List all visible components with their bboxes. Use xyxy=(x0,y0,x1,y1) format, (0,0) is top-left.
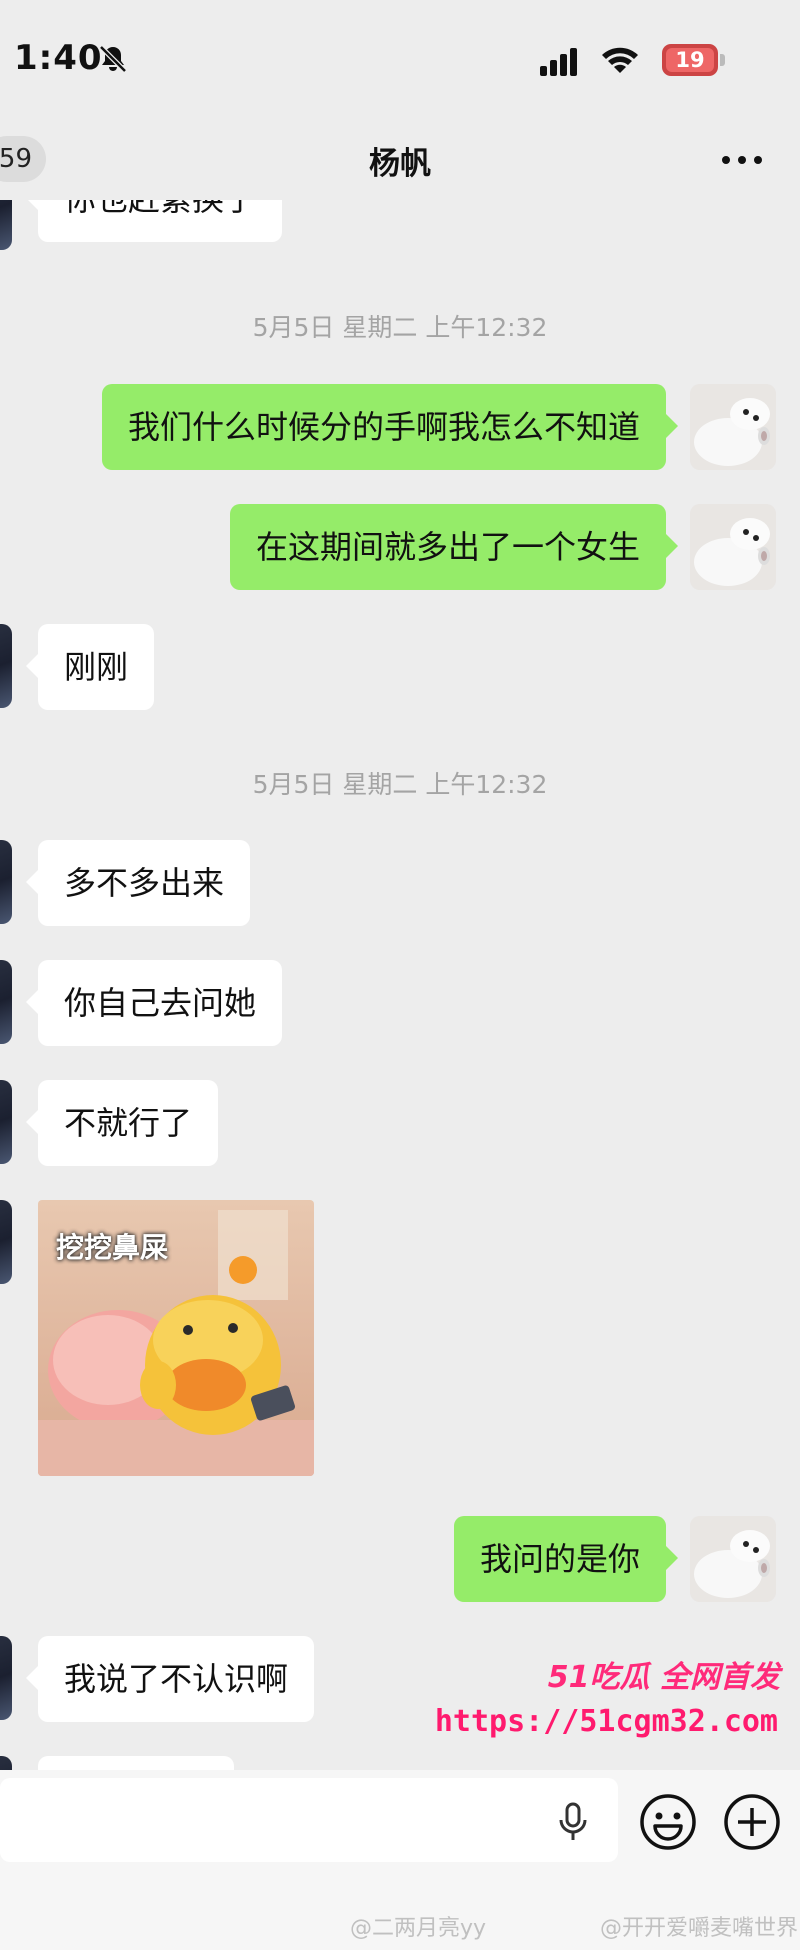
contact-avatar[interactable] xyxy=(0,200,12,250)
dog-avatar-icon xyxy=(690,384,776,470)
more-icon[interactable] xyxy=(712,142,772,178)
my-avatar[interactable] xyxy=(690,384,776,470)
received-message[interactable]: 你也赶紧换了 xyxy=(25,200,283,242)
sticker-message[interactable]: 挖挖鼻屎 xyxy=(38,1200,314,1476)
sent-message[interactable]: 我问的是你 xyxy=(453,1516,679,1602)
received-message-partial[interactable] xyxy=(38,1756,234,1770)
sent-message[interactable]: 我们什么时候分的手啊我怎么不知道 xyxy=(101,384,679,470)
contact-avatar[interactable] xyxy=(0,1080,12,1164)
received-message[interactable]: 刚刚 xyxy=(25,624,155,710)
watermark-url: https://51cgm32.com xyxy=(434,1704,778,1739)
contact-avatar[interactable] xyxy=(0,624,12,708)
watermark-brand: 51吃瓜 全网首发 xyxy=(547,1660,780,1695)
battery-icon: 19 xyxy=(662,44,726,76)
bell-muted-icon xyxy=(99,45,127,73)
microphone-icon[interactable] xyxy=(556,1802,590,1842)
wifi-icon xyxy=(602,47,638,73)
sticker-caption: 挖挖鼻屎 xyxy=(56,1231,169,1264)
weibo-credit: @二两月亮yy xyxy=(350,1916,487,1941)
message-input[interactable] xyxy=(0,1778,618,1862)
site-watermark: 51吃瓜 全网首发 https://51cgm32.com xyxy=(435,1652,780,1756)
chat-header: 59 杨帆 xyxy=(0,120,800,200)
plus-icon[interactable] xyxy=(722,1792,782,1852)
weibo-credit: @开开爱嚼麦嘴世界 xyxy=(600,1916,799,1941)
contact-avatar[interactable] xyxy=(0,840,12,924)
battery-level: 19 xyxy=(675,48,705,72)
my-avatar[interactable] xyxy=(690,504,776,590)
input-bar: @二两月亮yy @开开爱嚼麦嘴世界 xyxy=(0,1770,800,1950)
chat-title: 杨帆 xyxy=(369,146,431,182)
timestamp: 5月5日 星期二 上午12:32 xyxy=(252,313,548,342)
contact-avatar[interactable] xyxy=(0,1636,12,1720)
received-message[interactable]: 不就行了 xyxy=(25,1080,219,1166)
status-bar: 1:40 19 xyxy=(0,0,800,120)
emoji-icon[interactable] xyxy=(638,1792,698,1852)
contact-avatar[interactable] xyxy=(0,960,12,1044)
timestamp: 5月5日 星期二 上午12:32 xyxy=(252,770,548,799)
received-message[interactable]: 你自己去问她 xyxy=(25,960,283,1046)
dog-avatar-icon xyxy=(690,504,776,590)
contact-avatar[interactable] xyxy=(0,1756,12,1770)
received-message[interactable]: 我说了不认识啊 xyxy=(25,1636,315,1722)
sent-message[interactable]: 在这期间就多出了一个女生 xyxy=(229,504,679,590)
my-avatar[interactable] xyxy=(690,1516,776,1602)
contact-avatar[interactable] xyxy=(0,1200,12,1284)
received-message[interactable]: 多不多出来 xyxy=(25,840,251,926)
signal-icon xyxy=(540,48,577,76)
status-time: 1:40 xyxy=(14,38,103,78)
dog-avatar-icon xyxy=(690,1516,776,1602)
message-list[interactable]: 你也赶紧换了 5月5日 星期二 上午12:32 我们什么时候分的手啊我怎么不知道… xyxy=(0,200,800,1770)
